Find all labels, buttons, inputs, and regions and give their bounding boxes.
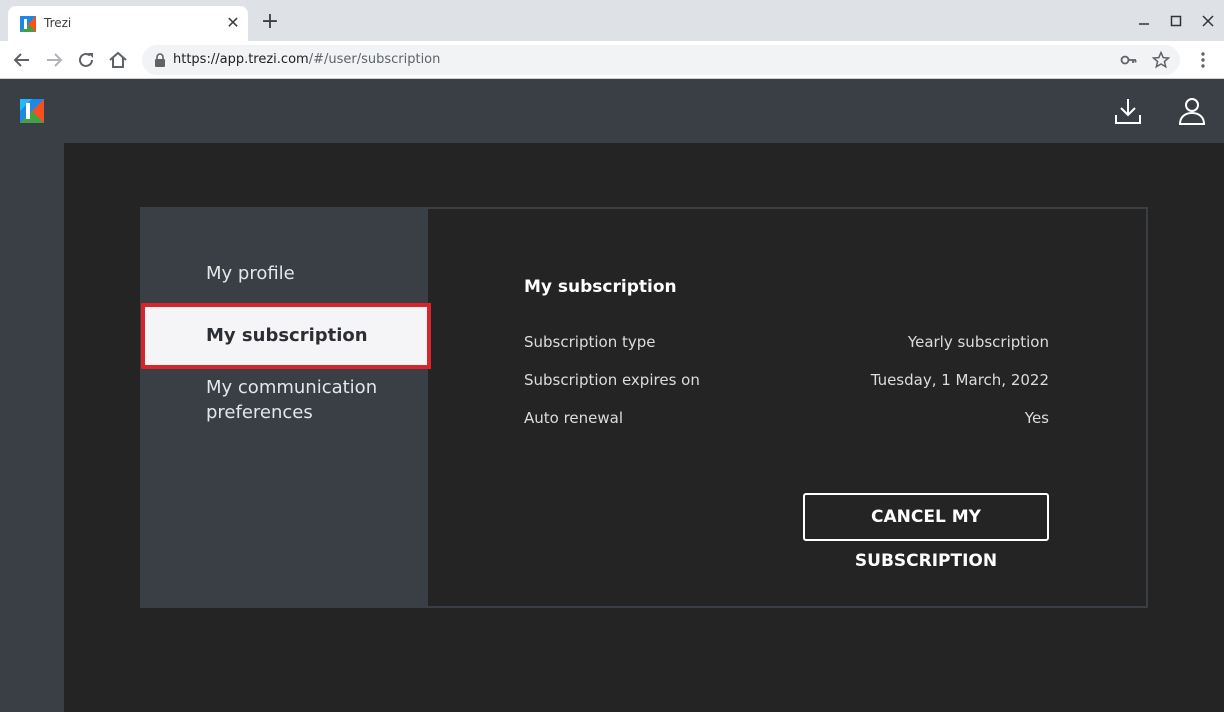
window-close-icon[interactable] <box>1196 10 1220 32</box>
browser-toolbar: https://app.trezi.com/#/user/subscriptio… <box>0 41 1224 79</box>
star-icon[interactable] <box>1152 51 1170 69</box>
reload-icon[interactable] <box>74 48 98 72</box>
address-bar[interactable]: https://app.trezi.com/#/user/subscriptio… <box>142 45 1180 75</box>
browser-tabstrip: Trezi ✕ + <box>0 0 1224 41</box>
minimize-icon[interactable] <box>1132 10 1156 32</box>
row-label: Auto renewal <box>524 409 624 427</box>
key-icon[interactable] <box>1120 51 1138 69</box>
sidebar-item-my-subscription[interactable]: My subscription <box>141 303 431 369</box>
app-header <box>0 79 1224 143</box>
row-label: Subscription expires on <box>524 371 700 389</box>
trezi-favicon-icon <box>20 16 36 32</box>
browser-menu-icon[interactable] <box>1194 49 1212 71</box>
download-icon[interactable] <box>1113 96 1143 126</box>
subscription-row: Subscription type Yearly subscription <box>524 333 1049 355</box>
home-icon[interactable] <box>106 48 130 72</box>
url-text[interactable]: https://app.trezi.com/#/user/subscriptio… <box>173 52 440 67</box>
user-icon[interactable] <box>1177 96 1207 126</box>
url-host: https://app.trezi.com <box>173 52 309 67</box>
left-rail <box>0 143 64 712</box>
row-value: Tuesday, 1 March, 2022 <box>870 371 1049 389</box>
row-value: Yes <box>1024 409 1049 427</box>
subscription-row: Subscription expires on Tuesday, 1 March… <box>524 371 1049 393</box>
subscription-row: Auto renewal Yes <box>524 409 1049 431</box>
sidebar-item-my-profile[interactable]: My profile <box>206 261 295 286</box>
new-tab-button[interactable]: + <box>258 11 282 35</box>
row-value: Yearly subscription <box>907 333 1049 351</box>
settings-sidebar: My profile My subscription My communicat… <box>141 209 431 606</box>
browser-tab[interactable]: Trezi ✕ <box>8 6 248 41</box>
row-label: Subscription type <box>524 333 656 351</box>
cancel-subscription-button[interactable]: CANCEL MY SUBSCRIPTION <box>803 493 1049 571</box>
back-arrow-icon[interactable] <box>10 48 34 72</box>
settings-panel: My profile My subscription My communicat… <box>140 207 1148 608</box>
trezi-logo-icon[interactable] <box>20 99 44 123</box>
url-path: /#/user/subscription <box>308 52 441 67</box>
sidebar-item-communication-preferences[interactable]: My communication preferences <box>206 375 406 425</box>
tab-close-icon[interactable]: ✕ <box>224 14 242 32</box>
tab-title: Trezi <box>44 16 72 30</box>
lock-icon <box>155 53 165 67</box>
section-title: My subscription <box>524 277 677 297</box>
sidebar-item-label: My subscription <box>206 325 368 346</box>
forward-arrow-icon[interactable] <box>42 48 66 72</box>
maximize-icon[interactable] <box>1164 10 1188 32</box>
